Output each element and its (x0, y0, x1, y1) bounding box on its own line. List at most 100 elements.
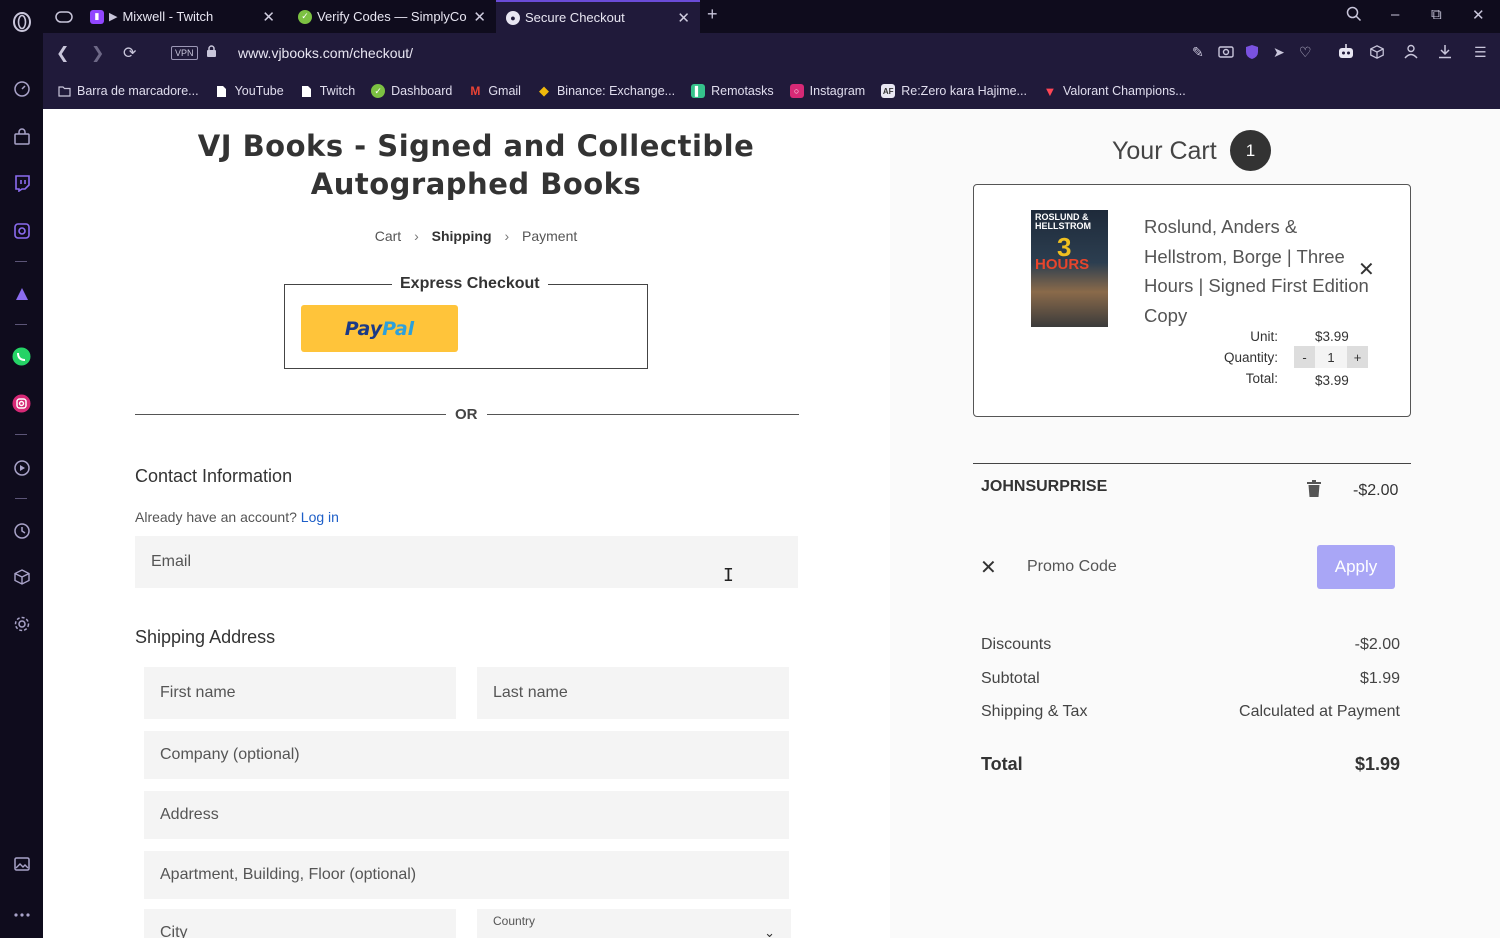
opera-logo-icon[interactable] (11, 11, 32, 32)
tab-secure-checkout[interactable]: ● Secure Checkout ✕ (496, 0, 700, 33)
download-icon[interactable] (1438, 44, 1452, 62)
product-name[interactable]: Roslund, Anders & Hellstrom, Borge | Thr… (1144, 212, 1374, 330)
breadcrumb-shipping: Shipping (431, 228, 492, 244)
back-icon[interactable]: ❮ (56, 43, 69, 63)
applied-promo-code: JOHNSURPRISE (981, 478, 1108, 495)
apartment-field[interactable] (144, 851, 789, 899)
video-player-icon[interactable] (11, 457, 32, 478)
settings-gear-icon[interactable] (11, 613, 32, 634)
binance-icon: ◆ (538, 83, 549, 98)
bookmark-instagram[interactable]: ○ Instagram (789, 84, 865, 98)
tab-twitch[interactable]: ▮ ▶ Mixwell - Twitch ✕ (80, 0, 285, 33)
country-select[interactable]: Country ⌄ (477, 909, 791, 938)
checkout-form-pane: VJ Books - Signed and Collectible Autogr… (43, 109, 890, 938)
minimize-icon[interactable]: – (1391, 6, 1399, 23)
last-name-field[interactable] (477, 667, 789, 719)
bookmark-remotasks[interactable]: ▌ Remotasks (691, 84, 774, 98)
unit-label: Unit: (1250, 329, 1278, 344)
gamepad-icon[interactable] (53, 6, 74, 27)
promo-code-input[interactable] (1011, 546, 1299, 588)
close-tab-icon[interactable]: ✕ (262, 8, 275, 26)
email-field[interactable] (135, 536, 798, 588)
history-icon[interactable] (11, 520, 32, 541)
bookmark-binance[interactable]: ◆ Binance: Exchange... (537, 83, 675, 98)
apply-promo-button[interactable]: Apply (1317, 545, 1395, 589)
extension-bot-icon[interactable] (1338, 44, 1354, 62)
city-field[interactable] (144, 909, 456, 938)
bookmark-label: YouTube (234, 84, 284, 98)
vpn-badge[interactable]: VPN (171, 46, 198, 60)
bookmark-dashboard[interactable]: ✓ Dashboard (371, 84, 452, 98)
forward-icon[interactable]: ❯ (91, 43, 104, 63)
bookmark-valorant[interactable]: ▼ Valorant Champions... (1043, 83, 1186, 99)
subtotal-value: $1.99 (1359, 670, 1400, 687)
site-title-line: Autographed Books (310, 167, 642, 201)
tab-simplycodes[interactable]: ✓ Verify Codes — SimplyCodes ✕ (288, 0, 496, 33)
site-title-line: VJ Books - Signed and Collectible (197, 129, 755, 163)
country-label: Country (493, 914, 536, 928)
close-tab-icon[interactable]: ✕ (677, 9, 690, 27)
shipping-tax-label: Shipping & Tax (981, 703, 1088, 720)
whatsapp-icon[interactable] (11, 346, 32, 367)
url-field[interactable]: www.vjbooks.com/checkout/ (238, 45, 413, 61)
snapshot-camera-icon[interactable] (1218, 44, 1234, 61)
quantity-decrease-button[interactable]: - (1294, 346, 1315, 368)
tab-title: Verify Codes — SimplyCodes (317, 9, 467, 24)
shield-extension-icon[interactable] (1245, 44, 1259, 63)
speed-dial-icon[interactable] (11, 78, 32, 99)
bookmark-youtube[interactable]: YouTube (215, 84, 284, 98)
lock-icon[interactable] (206, 45, 217, 61)
remove-item-icon[interactable]: ✕ (1358, 257, 1375, 282)
shipping-tax-row: Shipping & Tax Calculated at Payment (981, 703, 1400, 721)
easy-setup-icon[interactable]: ☰ (1474, 44, 1487, 61)
new-tab-button[interactable]: + (707, 4, 718, 25)
send-icon[interactable]: ➤ (1273, 44, 1285, 61)
restore-icon[interactable]: ⧉ (1431, 6, 1442, 23)
paypal-button[interactable]: Pay Pal (301, 305, 458, 352)
extensions-cube-icon[interactable] (11, 566, 32, 587)
breadcrumb-cart[interactable]: Cart (375, 228, 401, 244)
express-checkout-label: Express Checkout (392, 275, 548, 293)
cart-count-badge: 1 (1230, 130, 1271, 171)
more-dots-icon[interactable] (11, 904, 32, 925)
chevron-down-icon: ⌄ (764, 925, 775, 938)
valorant-icon: ▼ (1043, 83, 1057, 99)
gmail-icon: M (470, 84, 481, 98)
shopping-icon[interactable] (11, 126, 32, 147)
bookmark-gmail[interactable]: M Gmail (468, 84, 521, 98)
address-field[interactable] (144, 791, 789, 839)
login-link[interactable]: Log in (301, 509, 339, 525)
instagram-sidebar-icon[interactable] (11, 393, 32, 414)
edit-icon[interactable]: ✎ (1192, 44, 1204, 61)
company-field[interactable] (144, 731, 789, 779)
bookmark-label: Re:Zero kara Hajime... (901, 84, 1027, 98)
reload-icon[interactable]: ⟳ (123, 43, 136, 63)
clear-promo-icon[interactable]: ✕ (980, 555, 997, 580)
bookmark-folder[interactable]: Barra de marcadore... (57, 84, 199, 98)
bookmark-rezero[interactable]: AF Re:Zero kara Hajime... (881, 84, 1027, 98)
promo-divider (973, 463, 1411, 464)
item-total: $3.99 (1315, 373, 1349, 388)
search-tabs-icon[interactable] (1346, 6, 1362, 26)
wallpaper-icon[interactable] (11, 853, 32, 874)
twitch-favicon-icon: ▮ (90, 9, 104, 24)
unit-price: $3.99 (1315, 329, 1349, 344)
close-window-icon[interactable]: ✕ (1472, 6, 1485, 24)
paypal-logo-pal: Pal (382, 317, 415, 340)
discounts-row: Discounts -$2.00 (981, 636, 1400, 654)
profile-icon[interactable] (1404, 44, 1418, 62)
trash-icon[interactable] (1307, 480, 1321, 497)
instagram-icon: ○ (789, 84, 804, 98)
player-icon[interactable] (11, 220, 32, 241)
aria-ai-icon[interactable] (11, 283, 32, 304)
quantity-increase-button[interactable]: + (1347, 346, 1368, 368)
close-tab-icon[interactable]: ✕ (473, 8, 486, 26)
quantity-value[interactable]: 1 (1315, 346, 1347, 368)
bookmark-twitch[interactable]: Twitch (300, 84, 355, 98)
extensions-icon[interactable] (1369, 44, 1385, 63)
bookmark-label: Gmail (488, 84, 521, 98)
twitch-sidebar-icon[interactable] (11, 172, 32, 193)
heart-icon[interactable]: ♡ (1299, 44, 1312, 61)
first-name-field[interactable] (144, 667, 456, 719)
cover-author: ROSLUND & HELLSTROM (1035, 212, 1091, 231)
